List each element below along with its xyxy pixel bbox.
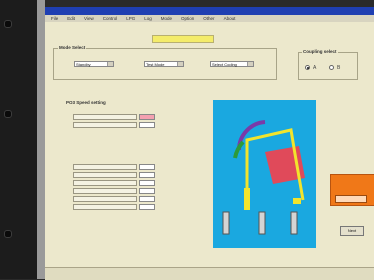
menu-other[interactable]: Other [203, 15, 214, 22]
coding-dropdown[interactable]: Select Coding [210, 61, 254, 67]
bezel-screw [4, 230, 12, 238]
next-button[interactable]: Next [340, 226, 364, 236]
coupling-a-radio[interactable] [305, 65, 310, 70]
coupling-title: Coupling select [302, 49, 338, 54]
mode-select-title: Mode Select [58, 45, 87, 50]
position-row-label [73, 204, 137, 210]
arm-coupler [293, 198, 301, 204]
position-row-label [73, 180, 137, 186]
chevron-down-icon[interactable] [247, 62, 253, 66]
alert-text [331, 175, 374, 179]
menu-bar: File Edit View Control LPG Log Mode Opti… [45, 15, 374, 22]
position-row-label [73, 196, 137, 202]
position-row-label [73, 164, 137, 170]
mode-dropdown-value: Standby [76, 62, 91, 67]
monitor-bezel [0, 0, 37, 279]
bezel-screw [4, 20, 12, 28]
loading-arm-graphic [222, 120, 305, 235]
test-mode-dropdown-value: Test Mode [146, 62, 165, 67]
menu-option[interactable]: Option [181, 15, 194, 22]
monitor-frame [37, 0, 45, 279]
menu-mode[interactable]: Mode [161, 15, 172, 22]
menu-log[interactable]: Log [144, 15, 152, 22]
chevron-down-icon[interactable] [107, 62, 113, 66]
coupling-b-radio[interactable] [329, 65, 334, 70]
position-row-value[interactable] [139, 188, 155, 194]
speed-row-label [73, 122, 137, 128]
loading-arm-diagram [213, 100, 316, 248]
riser-left [222, 211, 230, 235]
position-row-value[interactable] [139, 172, 155, 178]
menu-control[interactable]: Control [103, 15, 118, 22]
bezel-screw [4, 110, 12, 118]
mode-dropdown[interactable]: Standby [74, 61, 114, 67]
speed-row-value[interactable] [139, 122, 155, 128]
status-badge [152, 35, 214, 43]
speed-row-label [73, 114, 137, 120]
chevron-down-icon[interactable] [177, 62, 183, 66]
position-row-value[interactable] [139, 164, 155, 170]
speed-row-value[interactable] [139, 114, 155, 120]
hmi-screen: File Edit View Control LPG Log Mode Opti… [45, 7, 374, 280]
menu-view[interactable]: View [84, 15, 94, 22]
menu-file[interactable]: File [51, 15, 58, 22]
riser-right [290, 211, 298, 235]
position-row-value[interactable] [139, 180, 155, 186]
alert-box [330, 174, 374, 206]
menu-about[interactable]: About [224, 15, 236, 22]
coupling-group: Coupling select A B [298, 49, 358, 80]
window-title [45, 7, 374, 15]
menu-edit[interactable]: Edit [67, 15, 75, 22]
status-bar [45, 267, 374, 280]
menu-lpg[interactable]: LPG [126, 15, 135, 22]
coupling-a-label: A [313, 65, 317, 71]
position-row-label [73, 172, 137, 178]
arm-range-arc-green [233, 140, 245, 159]
arm-base [244, 188, 250, 210]
coupling-b-label: B [337, 65, 341, 71]
mode-select-group: Mode Select Standby Test Mode Select Cod… [53, 45, 277, 80]
position-row-value[interactable] [139, 204, 155, 210]
riser-middle [258, 211, 266, 235]
alert-field [335, 195, 367, 203]
test-mode-dropdown[interactable]: Test Mode [144, 61, 184, 67]
main-content: Mode Select Standby Test Mode Select Cod… [45, 22, 374, 280]
position-row-label [73, 188, 137, 194]
position-row-value[interactable] [139, 196, 155, 202]
speed-setting-title: PO3 Speed setting [66, 100, 106, 105]
coding-dropdown-value: Select Coding [212, 62, 237, 67]
